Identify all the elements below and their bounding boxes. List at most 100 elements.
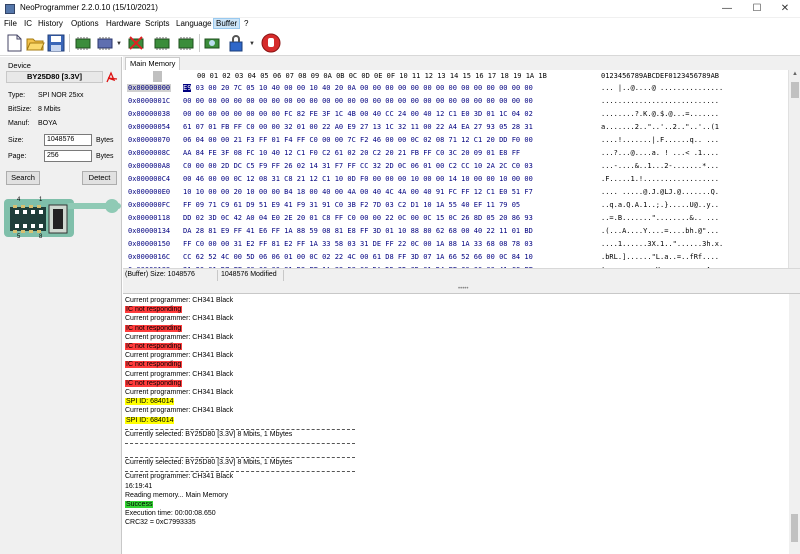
- hex-row-bytes[interactable]: 06 04 00 00 21 F3 FF 01 F4 FF C0 00 00 7…: [183, 136, 533, 144]
- log-separator: [125, 457, 355, 459]
- scroll-up-icon[interactable]: ▲: [792, 71, 798, 77]
- hex-header-corner: [153, 71, 162, 82]
- hex-row[interactable]: 0x00000000 E9 03 00 20 7C 05 10 40 00 00 …: [124, 82, 788, 95]
- hex-row-ascii[interactable]: .... .....@.J.@LJ.@.......Q.: [601, 188, 719, 196]
- hex-row-ascii[interactable]: ............................: [601, 97, 719, 105]
- hex-row-ascii[interactable]: ....!.......|.F......q.. ...: [601, 136, 719, 144]
- buffer-status-bar: (Buffer) Size: 1048576 1048576 Modified: [123, 268, 800, 281]
- menu-language[interactable]: Language: [176, 19, 212, 28]
- menu-scripts[interactable]: Scripts: [145, 19, 169, 28]
- manuf-value: BOYA: [38, 120, 57, 127]
- menu-file[interactable]: File: [4, 19, 17, 28]
- log-line: Success: [125, 501, 154, 508]
- verify-chip-icon[interactable]: [176, 33, 196, 53]
- hex-scrollbar[interactable]: ▲: [788, 70, 800, 268]
- hex-row-bytes[interactable]: 00 46 00 00 0C 12 08 31 C8 21 12 C1 10 0…: [183, 175, 533, 183]
- menu-options[interactable]: Options: [71, 19, 99, 28]
- hex-row-bytes-rest[interactable]: 03 00 20 7C 05 10 40 00 00 10 40 20 0A 0…: [191, 84, 533, 92]
- hex-row-bytes[interactable]: 00 00 00 00 00 00 00 00 FC 82 FE 3F 1C 4…: [183, 110, 533, 118]
- hex-row[interactable]: 0x00000070 06 04 00 00 21 F3 FF 01 F4 FF …: [124, 134, 788, 147]
- pdf-icon[interactable]: [106, 70, 118, 83]
- minimize-button[interactable]: —: [712, 0, 742, 18]
- new-file-icon[interactable]: [4, 33, 24, 53]
- hex-row-bytes[interactable]: DA 28 81 E9 FF 41 E6 FF 1A 88 59 08 81 E…: [183, 227, 533, 235]
- hex-row[interactable]: 0x000000E0 10 10 00 00 20 10 00 00 B4 18 …: [124, 186, 788, 199]
- hex-row-bytes[interactable]: E9 03 00 20 7C 05 10 40 00 00 10 40 20 0…: [183, 84, 533, 92]
- hex-row-ascii[interactable]: .F.....1.!..................: [601, 175, 719, 183]
- log-line-text: Currently selected: BY25D80 [3.3V] 8 Mbi…: [125, 459, 293, 467]
- splitter-grip-icon[interactable]: •••••: [458, 286, 469, 292]
- log-output[interactable]: Current programmer: CH341 Black IC not re…: [123, 294, 789, 554]
- hex-row-ascii[interactable]: ...-....&..1...2-.......*...: [601, 162, 719, 170]
- hex-row[interactable]: 0x0000016C CC 62 52 4C 00 5D 06 06 01 00 …: [124, 251, 788, 264]
- read-chip-icon[interactable]: [73, 33, 93, 53]
- log-separator: [125, 471, 355, 473]
- log-separator: [125, 443, 355, 444]
- maximize-button[interactable]: ☐: [742, 0, 772, 18]
- hex-row-ascii[interactable]: a.......2.."..'..2.."..'..(1: [601, 123, 719, 131]
- menu-buffer[interactable]: Buffer: [213, 18, 241, 29]
- log-line: Currently selected: BY25D80 [3.3V] 8 Mbi…: [125, 431, 292, 438]
- hex-row-ascii[interactable]: .(...A....Y....=....bh.@"...: [601, 227, 719, 235]
- search-button[interactable]: Search: [6, 171, 40, 185]
- hex-row-bytes[interactable]: AA 84 FE 3F 08 FC 10 40 12 C1 F0 C2 61 0…: [183, 149, 520, 157]
- hex-row-ascii[interactable]: ..q.a.Q.A.1..;.}.....U@..y..: [601, 201, 719, 209]
- hex-row-bytes[interactable]: 61 07 01 FB FF C0 00 00 32 01 00 22 A0 E…: [183, 123, 533, 131]
- hex-row[interactable]: 0x000000A8 C0 00 00 2D DC C5 F9 FF 26 02 …: [124, 160, 788, 173]
- hex-scroll-thumb[interactable]: [791, 82, 799, 98]
- auto-chip-icon[interactable]: [202, 33, 222, 53]
- hex-row[interactable]: 0x00000054 61 07 01 FB FF C0 00 00 32 01 …: [124, 121, 788, 134]
- chip-dropdown-icon[interactable]: [95, 33, 115, 53]
- hex-row-ascii[interactable]: ..=.B......."........&.. ...: [601, 214, 719, 222]
- hex-row[interactable]: 0x00000150 FF C0 00 00 31 E2 FF 81 E2 FF …: [124, 238, 788, 251]
- log-line: Current programmer: CH341 Black: [125, 297, 233, 304]
- hex-editor[interactable]: 00 01 02 03 04 05 06 07 08 09 0A 0B 0C 0…: [124, 70, 788, 268]
- tab-main-memory[interactable]: Main Memory: [125, 57, 181, 71]
- hex-row-bytes[interactable]: C0 00 00 2D DC C5 F9 FF 26 02 14 31 F7 F…: [183, 162, 533, 170]
- log-scrollbar[interactable]: [789, 294, 800, 554]
- menu-ic[interactable]: IC: [24, 19, 32, 28]
- close-button[interactable]: ✕: [770, 0, 800, 18]
- lock-dropdown-icon[interactable]: ▼: [249, 41, 255, 47]
- open-folder-icon[interactable]: [25, 33, 45, 53]
- hex-row-bytes[interactable]: CC 62 52 4C 00 5D 06 06 01 00 0C 02 22 4…: [183, 253, 533, 261]
- log-scroll-thumb[interactable]: [791, 514, 798, 542]
- hex-row-ascii[interactable]: ...?...@....a. ! ...< .1....: [601, 149, 719, 157]
- log-line-text: Current programmer: CH341 Black: [125, 352, 234, 360]
- menu-history[interactable]: History: [38, 19, 63, 28]
- log-line: Current programmer: CH341 Black: [125, 352, 233, 359]
- hex-row-bytes[interactable]: 10 10 00 00 20 10 00 00 B4 18 00 40 00 4…: [183, 188, 533, 196]
- hex-row-address: 0x000000A8: [128, 162, 171, 170]
- hex-row[interactable]: 0x00000134 DA 28 81 E9 FF 41 E6 FF 1A 88 …: [124, 225, 788, 238]
- detect-button[interactable]: Detect: [82, 171, 117, 185]
- stop-icon[interactable]: [261, 33, 281, 53]
- hex-row[interactable]: 0x0000001C 00 00 00 00 00 00 00 00 00 00 …: [124, 95, 788, 108]
- hex-row[interactable]: 0x0000008C AA 84 FE 3F 08 FC 10 40 12 C1 …: [124, 147, 788, 160]
- hex-row-ascii[interactable]: ... |..@....@ ...............: [601, 84, 723, 92]
- hex-row[interactable]: 0x00000118 DD 02 3D 0C 42 A0 04 E0 2E 20 …: [124, 212, 788, 225]
- hex-row[interactable]: 0x000000C4 00 46 00 00 0C 12 08 31 C8 21 …: [124, 173, 788, 186]
- log-line-highlight: IC not responding: [125, 379, 183, 387]
- hex-row-ascii[interactable]: .bRL.]......"L.a..=..fRf....: [601, 253, 719, 261]
- type-value: SPI NOR 25xx: [38, 92, 84, 99]
- lock-icon[interactable]: [226, 33, 246, 53]
- save-icon[interactable]: [46, 33, 66, 53]
- menu-help[interactable]: ?: [244, 19, 248, 28]
- hex-row-bytes[interactable]: DD 02 3D 0C 42 A0 04 E0 2E 20 01 C8 FF C…: [183, 214, 533, 222]
- erase-chip-icon[interactable]: [126, 33, 146, 53]
- hex-row-bytes[interactable]: FF 09 71 C9 61 D9 51 E9 41 F9 31 91 C0 3…: [183, 201, 520, 209]
- menu-hardware[interactable]: Hardware: [106, 19, 141, 28]
- log-line: IC not responding: [125, 361, 183, 369]
- panel-splitter[interactable]: •••••: [123, 281, 800, 294]
- hex-row-bytes[interactable]: FF C0 00 00 31 E2 FF 81 E2 FF 1A 33 58 0…: [183, 240, 533, 248]
- hex-row-address: 0x00000000: [127, 84, 172, 92]
- chevron-down-icon[interactable]: ▼: [116, 41, 122, 47]
- size-field[interactable]: 1048576: [44, 134, 92, 146]
- hex-row[interactable]: 0x00000038 00 00 00 00 00 00 00 00 FC 82 …: [124, 108, 788, 121]
- hex-row-bytes[interactable]: 00 00 00 00 00 00 00 00 00 00 00 00 00 0…: [183, 97, 533, 105]
- write-chip-icon[interactable]: [152, 33, 172, 53]
- hex-row-ascii[interactable]: ........?.K.@.$.@...=.......: [601, 110, 719, 118]
- page-field[interactable]: 256: [44, 150, 92, 162]
- hex-row[interactable]: 0x000000FC FF 09 71 C9 61 D9 51 E9 41 F9 …: [124, 199, 788, 212]
- hex-row-ascii[interactable]: ....1......3X.1.."......3h.x.: [601, 240, 723, 248]
